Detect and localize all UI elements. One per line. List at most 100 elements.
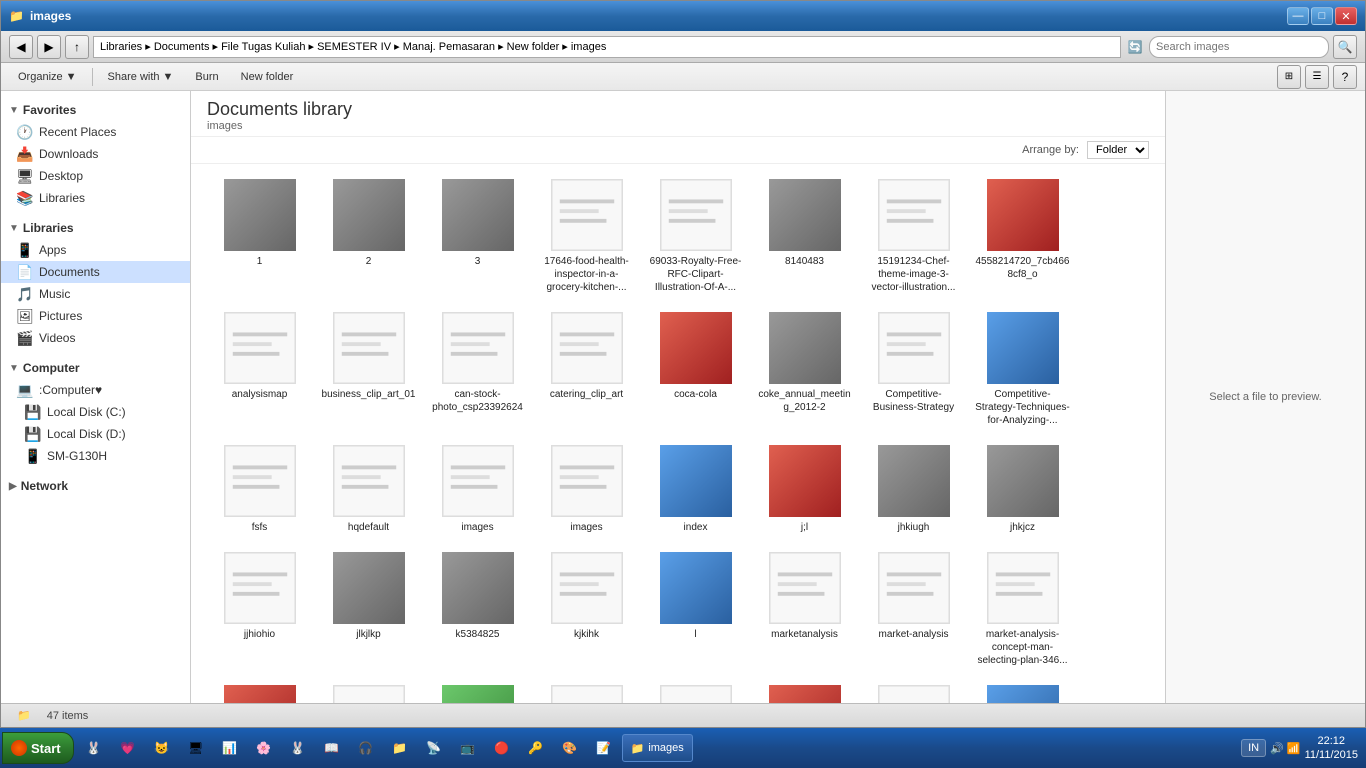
file-item[interactable]: j;l — [752, 438, 857, 541]
file-item[interactable]: images — [425, 438, 530, 541]
minimize-button[interactable]: — — [1287, 7, 1309, 25]
help-button[interactable]: ? — [1333, 65, 1357, 89]
local-disk-d-icon: 💾 — [25, 426, 41, 442]
sidebar-item-pictures[interactable]: 🖼 Pictures — [1, 305, 190, 327]
file-item[interactable]: 15191234-Chef-theme-image-3-vector-illus… — [861, 172, 966, 301]
file-item[interactable]: 8140483 — [752, 172, 857, 301]
file-item[interactable]: catering_clip_art — [534, 305, 639, 434]
file-item[interactable]: k5384825 — [425, 545, 530, 674]
active-window-btn[interactable]: 📁 images — [622, 734, 693, 762]
taskbar-app-8[interactable]: 📖 — [316, 732, 348, 764]
file-item[interactable]: 4558214720_7cb4668cf8_o — [970, 172, 1075, 301]
up-button[interactable]: ↑ — [65, 35, 89, 59]
close-button[interactable]: ✕ — [1335, 7, 1357, 25]
taskbar-app-9[interactable]: 🎧 — [350, 732, 382, 764]
taskbar-app-10[interactable]: 📁 — [384, 732, 416, 764]
file-item[interactable]: jjhiohio — [207, 545, 312, 674]
arrange-select[interactable]: Folder Name Date Type — [1087, 141, 1149, 159]
taskbar-app-4[interactable]: 🖥 — [180, 732, 212, 764]
file-item[interactable]: 3 — [425, 172, 530, 301]
view-large-icons[interactable]: ⊞ — [1277, 65, 1301, 89]
window-title: images — [30, 9, 71, 23]
file-item[interactable]: fsfs — [207, 438, 312, 541]
file-item[interactable]: 17646-food-health-inspector-in-a-grocery… — [534, 172, 639, 301]
taskbar-app-15[interactable]: 🎨 — [554, 732, 586, 764]
file-item[interactable]: jhkiugh — [861, 438, 966, 541]
sidebar-item-local-disk-c[interactable]: 💾 Local Disk (C:) — [1, 401, 190, 423]
maximize-button[interactable]: □ — [1311, 7, 1333, 25]
sidebar-item-recent-places[interactable]: 🕐 Recent Places — [1, 121, 190, 143]
file-item[interactable]: can-stock-photo_csp23392624 — [425, 305, 530, 434]
file-item[interactable]: marketanalysis — [752, 545, 857, 674]
sidebar-item-desktop[interactable]: 🖥 Desktop — [1, 165, 190, 187]
file-item[interactable]: 69033-Royalty-Free-RFC-Clipart-Illustrat… — [643, 172, 748, 301]
libraries-header[interactable]: ▼ Libraries — [1, 217, 190, 239]
taskbar-app-12[interactable]: 📺 — [452, 732, 484, 764]
forward-button[interactable]: ▶ — [37, 35, 61, 59]
taskbar-app-2[interactable]: 💗 — [112, 732, 144, 764]
file-item[interactable]: l — [643, 545, 748, 674]
file-item[interactable]: market-analysis-concept-man-selecting-pl… — [970, 545, 1075, 674]
share-with-button[interactable]: Share with ▼ — [99, 68, 183, 86]
sidebar-item-downloads[interactable]: 📥 Downloads — [1, 143, 190, 165]
file-item[interactable]: jhkjcz — [970, 438, 1075, 541]
taskbar-app-5[interactable]: 📊 — [214, 732, 246, 764]
file-item[interactable]: hqdefault — [316, 438, 421, 541]
favorites-header[interactable]: ▼ Favorites — [1, 99, 190, 121]
sidebar-item-apps[interactable]: 📱 Apps — [1, 239, 190, 261]
address-input[interactable] — [93, 36, 1121, 58]
file-item[interactable]: 1 — [207, 172, 312, 301]
file-item[interactable]: newcoke-adage-042210big — [643, 678, 748, 703]
sidebar-item-documents[interactable]: 📄 Documents — [1, 261, 190, 283]
organize-button[interactable]: Organize ▼ — [9, 68, 86, 86]
file-item[interactable]: new-coke-5-728 — [534, 678, 639, 703]
sidebar-item-computer[interactable]: 💻 :Computer♥ — [1, 379, 190, 401]
new-folder-button[interactable]: New folder — [232, 68, 303, 86]
file-thumbnail — [660, 685, 732, 703]
clock[interactable]: 22:12 11/11/2015 — [1305, 734, 1358, 763]
start-button[interactable]: Start — [2, 732, 74, 764]
file-item[interactable]: kjkihk — [534, 545, 639, 674]
file-item[interactable]: porter-fiveforces model — [970, 678, 1075, 703]
taskbar-app-6[interactable]: 🌸 — [248, 732, 280, 764]
file-item[interactable]: coke_annual_meeting_2012-2 — [752, 305, 857, 434]
view-details[interactable]: ☰ — [1305, 65, 1329, 89]
taskbar-app-1[interactable]: 🐰 — [78, 732, 110, 764]
taskbar-app-7[interactable]: 🐰 — [282, 732, 314, 764]
taskbar-app-16[interactable]: 📝 — [588, 732, 620, 764]
taskbar-app-3[interactable]: 😺 — [146, 732, 178, 764]
music-icon: 🎵 — [17, 286, 33, 302]
file-item[interactable]: business_clip_art_01 — [316, 305, 421, 434]
refresh-button[interactable]: 🔄 — [1125, 36, 1145, 58]
network-header[interactable]: ▶ Network — [1, 475, 190, 497]
search-input[interactable] — [1149, 36, 1329, 58]
sidebar-item-sm-g130h[interactable]: 📱 SM-G130H — [1, 445, 190, 467]
sidebar-item-libraries[interactable]: 📚 Libraries — [1, 187, 190, 209]
file-item[interactable]: 2 — [316, 172, 421, 301]
file-item[interactable]: new-coke-change — [752, 678, 857, 703]
file-item[interactable]: mis — [425, 678, 530, 703]
file-name: business_clip_art_01 — [322, 388, 416, 401]
sidebar-item-videos[interactable]: 🎬 Videos — [1, 327, 190, 349]
file-item[interactable]: market-research-on-coca-cola-vs-pepsi-1-… — [207, 678, 312, 703]
back-button[interactable]: ◀ — [9, 35, 33, 59]
sidebar-item-music[interactable]: 🎵 Music — [1, 283, 190, 305]
file-item[interactable]: images — [534, 438, 639, 541]
file-item[interactable]: picture2 — [861, 678, 966, 703]
file-item[interactable]: market-analysis — [861, 545, 966, 674]
file-item[interactable]: coca-cola — [643, 305, 748, 434]
search-button[interactable]: 🔍 — [1333, 35, 1357, 59]
computer-header[interactable]: ▼ Computer — [1, 357, 190, 379]
taskbar-app-11[interactable]: 📡 — [418, 732, 450, 764]
language-button[interactable]: IN — [1241, 739, 1266, 757]
taskbar-app-14[interactable]: 🔑 — [520, 732, 552, 764]
file-item[interactable]: jlkjlkp — [316, 545, 421, 674]
sidebar-item-local-disk-d[interactable]: 💾 Local Disk (D:) — [1, 423, 190, 445]
file-item[interactable]: maxresdefault — [316, 678, 421, 703]
file-item[interactable]: Competitive-Business-Strategy — [861, 305, 966, 434]
taskbar-app-13[interactable]: 🔴 — [486, 732, 518, 764]
burn-button[interactable]: Burn — [186, 68, 227, 86]
file-item[interactable]: Competitive-Strategy-Techniques-for-Anal… — [970, 305, 1075, 434]
file-item[interactable]: analysismap — [207, 305, 312, 434]
file-item[interactable]: index — [643, 438, 748, 541]
